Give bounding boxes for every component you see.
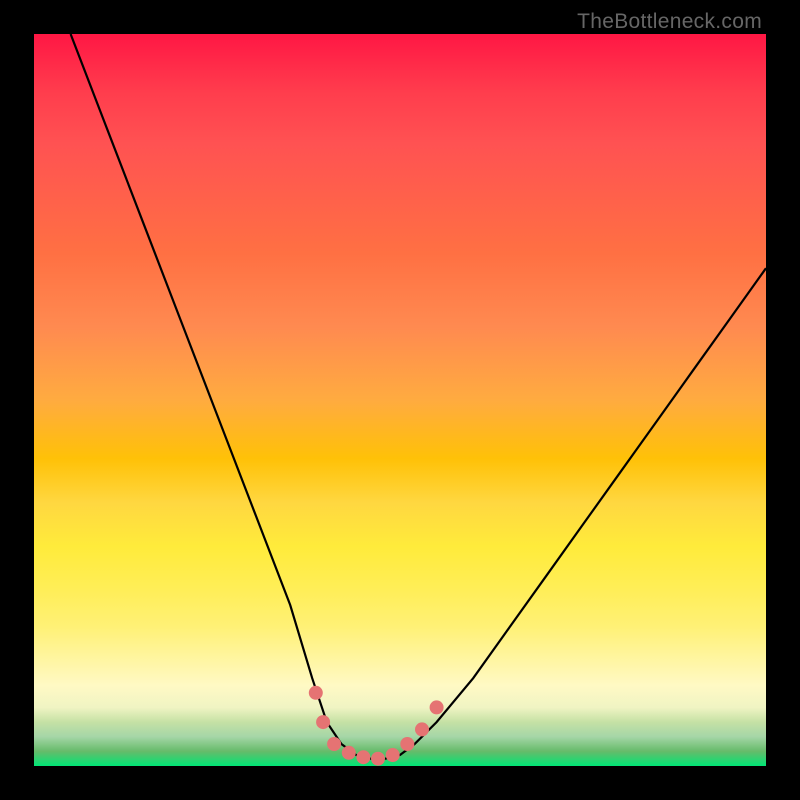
marker-dot (342, 746, 356, 760)
marker-dot (356, 750, 370, 764)
marker-dot (371, 752, 385, 766)
watermark-text: TheBottleneck.com (577, 10, 762, 34)
marker-dot (316, 715, 330, 729)
curve-markers (309, 686, 444, 766)
marker-dot (415, 722, 429, 736)
marker-dot (400, 737, 414, 751)
marker-dot (309, 686, 323, 700)
marker-dot (430, 700, 444, 714)
chart-svg (34, 34, 766, 766)
chart-plot-area (34, 34, 766, 766)
marker-dot (327, 737, 341, 751)
bottleneck-curve (71, 34, 766, 759)
marker-dot (386, 748, 400, 762)
